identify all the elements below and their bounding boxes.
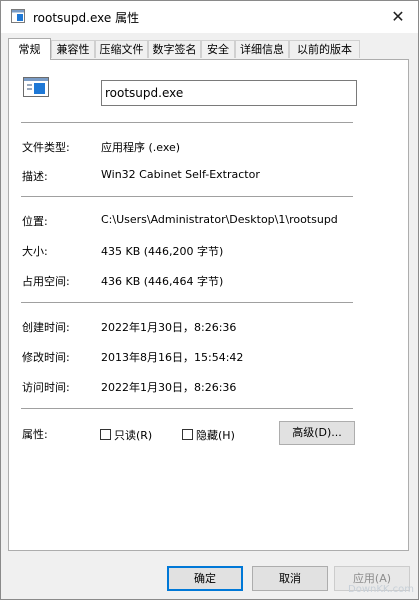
exe-file-icon xyxy=(23,77,49,97)
close-button[interactable]: ✕ xyxy=(378,1,418,33)
file-type-label: 文件类型: xyxy=(22,141,70,154)
size-label: 大小: xyxy=(22,245,48,258)
attributes-label: 属性: xyxy=(22,428,48,441)
cancel-button[interactable]: 取消 xyxy=(252,566,328,591)
filename-input[interactable]: rootsupd.exe xyxy=(101,80,357,106)
size-on-disk-label: 占用空间: xyxy=(22,275,70,288)
hidden-checkbox-label[interactable]: 隐藏(H) xyxy=(196,427,235,443)
modified-label: 修改时间: xyxy=(22,351,70,364)
accessed-value: 2022年1月30日，8:26:36 xyxy=(101,381,237,394)
separator xyxy=(21,122,353,123)
description-value: Win32 Cabinet Self-Extractor xyxy=(101,168,260,181)
created-value: 2022年1月30日，8:26:36 xyxy=(101,321,237,334)
file-type-value: 应用程序 (.exe) xyxy=(101,141,181,154)
readonly-checkbox[interactable] xyxy=(100,429,111,440)
properties-window: rootsupd.exe 属性 ✕ 常规 兼容性 压缩文件 数字签名 安全 详细… xyxy=(0,0,419,600)
watermark: DownKK.com xyxy=(348,584,414,595)
separator xyxy=(21,196,353,197)
tab-general[interactable]: 常规 xyxy=(8,38,51,60)
readonly-checkbox-label[interactable]: 只读(R) xyxy=(114,427,152,443)
tab-archive[interactable]: 压缩文件 xyxy=(95,40,148,58)
tab-security[interactable]: 安全 xyxy=(201,40,235,58)
app-file-icon xyxy=(11,9,25,23)
separator xyxy=(21,408,353,409)
tab-compatibility[interactable]: 兼容性 xyxy=(51,40,95,58)
location-value: C:\Users\Administrator\Desktop\1\rootsup… xyxy=(101,213,338,226)
title-bar[interactable]: rootsupd.exe 属性 ✕ xyxy=(1,1,418,33)
window-title: rootsupd.exe 属性 xyxy=(33,11,140,25)
accessed-label: 访问时间: xyxy=(22,381,70,394)
size-on-disk-value: 436 KB (446,464 字节) xyxy=(101,275,224,288)
size-value: 435 KB (446,200 字节) xyxy=(101,245,224,258)
modified-value: 2013年8月16日，15:54:42 xyxy=(101,351,244,364)
ok-button[interactable]: 确定 xyxy=(167,566,243,591)
created-label: 创建时间: xyxy=(22,321,70,334)
general-tab-panel: rootsupd.exe 文件类型: 应用程序 (.exe) 描述: Win32… xyxy=(8,59,409,551)
separator xyxy=(21,302,353,303)
advanced-button[interactable]: 高级(D)... xyxy=(279,421,355,445)
tab-digital-signatures[interactable]: 数字签名 xyxy=(148,40,201,58)
tab-previous-versions[interactable]: 以前的版本 xyxy=(289,40,360,58)
hidden-checkbox[interactable] xyxy=(182,429,193,440)
location-label: 位置: xyxy=(22,215,48,228)
tab-details[interactable]: 详细信息 xyxy=(235,40,289,58)
description-label: 描述: xyxy=(22,170,48,183)
